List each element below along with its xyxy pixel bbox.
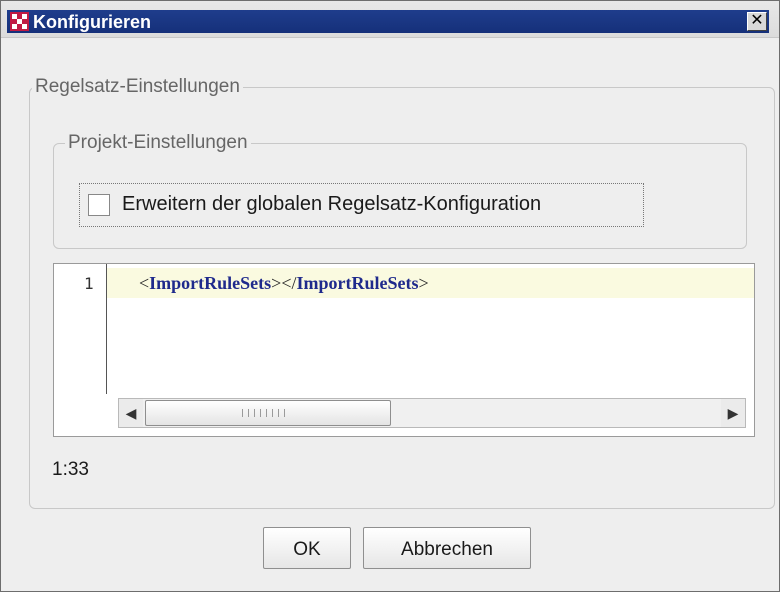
close-icon[interactable]: ✕: [750, 12, 763, 29]
ok-button[interactable]: OK: [263, 527, 351, 569]
scroll-right-button[interactable]: ▶: [721, 399, 745, 427]
code-close-gt: >: [418, 273, 429, 293]
extend-global-config-option[interactable]: Erweitern der globalen Regelsatz-Konfigu…: [79, 183, 644, 227]
scroll-grip-icon: [242, 409, 286, 417]
extend-global-config-checkbox[interactable]: [88, 194, 110, 216]
title-bar-active[interactable]: Konfigurieren ✕: [7, 10, 769, 33]
code-editor[interactable]: 1 <ImportRuleSets></ImportRuleSets> ◀ ▶: [53, 263, 755, 437]
window-title: Konfigurieren: [33, 12, 152, 32]
project-settings-legend: Projekt-Einstellungen: [65, 132, 251, 154]
code-close-lt: </: [281, 273, 297, 293]
cursor-position: 1:33: [52, 459, 89, 480]
line-number-gutter: 1: [54, 264, 106, 394]
horizontal-scrollbar[interactable]: ◀ ▶: [118, 398, 746, 428]
scroll-thumb[interactable]: [145, 400, 391, 426]
code-line[interactable]: <ImportRuleSets></ImportRuleSets>: [107, 268, 754, 298]
cancel-button[interactable]: Abbrechen: [363, 527, 531, 569]
title-bar[interactable]: Konfigurieren ✕: [1, 1, 779, 38]
extend-global-config-label[interactable]: Erweitern der globalen Regelsatz-Konfigu…: [122, 192, 541, 216]
close-button[interactable]: ✕: [747, 12, 767, 31]
code-open-lt: <: [139, 273, 150, 293]
scroll-right-icon[interactable]: ▶: [728, 405, 739, 421]
ruleset-settings-legend: Regelsatz-Einstellungen: [32, 76, 243, 98]
scroll-left-button[interactable]: ◀: [119, 399, 143, 427]
scroll-left-icon[interactable]: ◀: [126, 405, 137, 421]
code-close-tag: ImportRuleSets: [296, 273, 419, 293]
code-open-tag: ImportRuleSets: [149, 273, 272, 293]
app-icon: [10, 12, 29, 31]
line-number: 1: [84, 274, 94, 293]
configure-dialog: Konfigurieren ✕ Regelsatz-Einstellungen …: [0, 0, 780, 592]
code-text[interactable]: <ImportRuleSets></ImportRuleSets>: [139, 273, 429, 294]
code-open-gt: >: [271, 273, 282, 293]
